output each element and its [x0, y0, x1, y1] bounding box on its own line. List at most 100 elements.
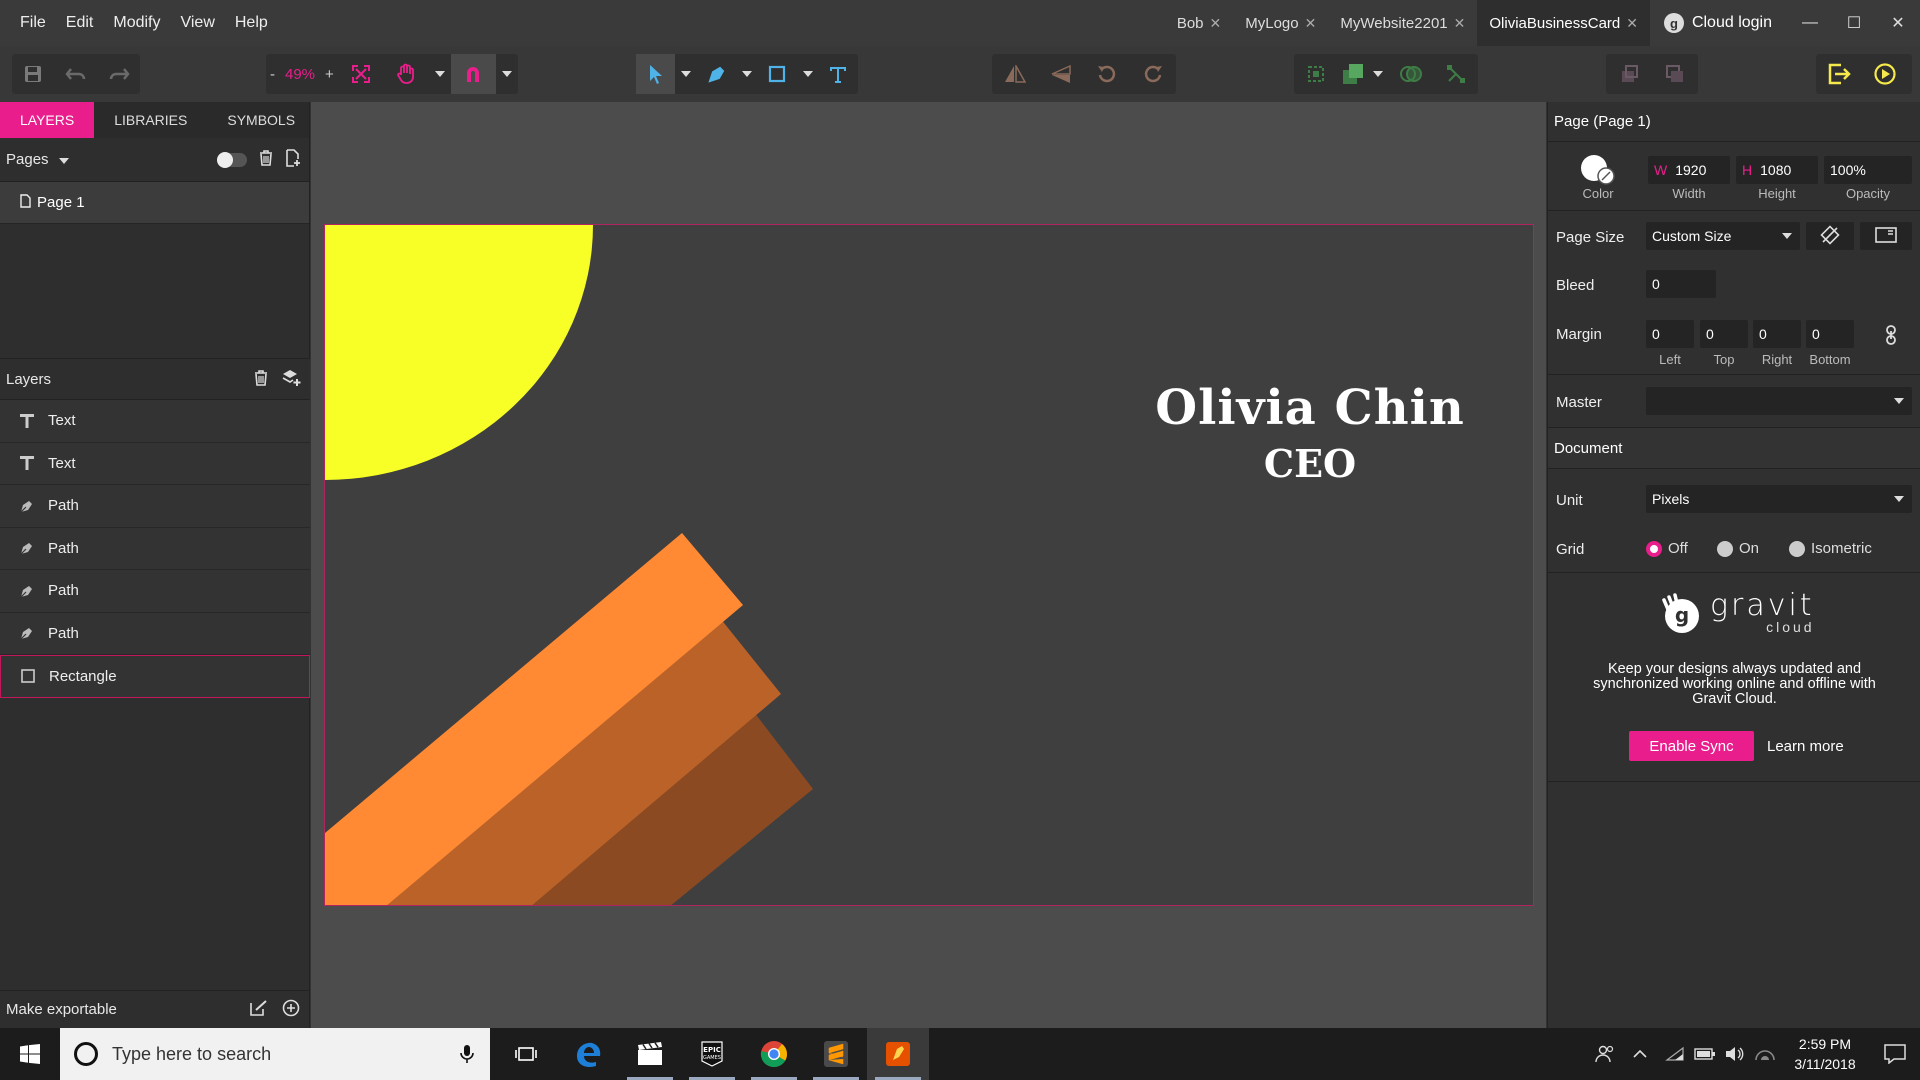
present-play-icon[interactable]: [1862, 54, 1908, 94]
menu-modify[interactable]: Modify: [103, 14, 170, 32]
margin-left-field[interactable]: 0: [1646, 320, 1694, 348]
path-ops-icon[interactable]: [1433, 54, 1478, 94]
layer-item[interactable]: Text: [0, 442, 310, 485]
notification-icon[interactable]: [1870, 1044, 1920, 1064]
width-field[interactable]: W 1920: [1648, 156, 1730, 184]
add-layer-icon[interactable]: [282, 369, 302, 391]
group-select-icon[interactable]: [1294, 54, 1339, 94]
opacity-field[interactable]: 100%: [1824, 156, 1912, 184]
intersect-icon[interactable]: [1389, 54, 1434, 94]
edge-browser-icon[interactable]: [557, 1028, 619, 1080]
chrome-icon[interactable]: [743, 1028, 805, 1080]
tab-libraries[interactable]: LIBRARIES: [94, 102, 207, 138]
title-text[interactable]: CEO: [1135, 441, 1485, 486]
save-icon[interactable]: [12, 54, 55, 94]
zoom-out-button[interactable]: -: [266, 66, 279, 83]
chevron-down-icon[interactable]: [1368, 54, 1389, 94]
menu-file[interactable]: File: [10, 14, 56, 32]
page-item[interactable]: Page 1: [0, 182, 309, 224]
close-icon[interactable]: ✕: [1626, 15, 1638, 32]
layer-item[interactable]: Path: [0, 485, 310, 528]
system-clock[interactable]: 2:59 PM 3/11/2018: [1780, 1034, 1870, 1074]
bring-front-icon[interactable]: [1606, 54, 1652, 94]
pointer-icon[interactable]: [636, 54, 676, 94]
tab-oliviabusinesscard[interactable]: OliviaBusinessCard ✕: [1477, 0, 1650, 46]
chevron-down-icon[interactable]: [429, 54, 451, 94]
network-icon[interactable]: [1750, 1047, 1780, 1061]
tab-layers[interactable]: LAYERS: [0, 102, 95, 138]
export-slice-icon[interactable]: [250, 1000, 268, 1020]
close-icon[interactable]: ✕: [1210, 15, 1222, 32]
learn-more-link[interactable]: Learn more: [1767, 731, 1844, 761]
media-player-icon[interactable]: [619, 1028, 681, 1080]
union-icon[interactable]: [1339, 54, 1368, 94]
pages-toggle[interactable]: [217, 152, 247, 168]
bleed-field[interactable]: 0: [1646, 270, 1716, 298]
margin-bottom-field[interactable]: 0: [1806, 320, 1854, 348]
maximize-icon[interactable]: ☐: [1832, 0, 1876, 46]
pages-label[interactable]: Pages: [6, 151, 49, 168]
margin-right-field[interactable]: 0: [1753, 320, 1801, 348]
add-circle-icon[interactable]: [282, 999, 300, 1021]
grid-off-radio[interactable]: Off: [1646, 540, 1688, 557]
task-view-icon[interactable]: [495, 1028, 557, 1080]
rectangle-icon[interactable]: [758, 54, 797, 94]
name-text[interactable]: Olivia Chin: [1135, 380, 1485, 436]
battery-icon[interactable]: [1690, 1047, 1720, 1061]
close-icon[interactable]: ✕: [1305, 15, 1317, 32]
wifi-icon[interactable]: [1660, 1046, 1690, 1062]
color-swatch[interactable]: [1579, 154, 1615, 185]
chevron-down-icon[interactable]: [797, 54, 819, 94]
chevron-down-icon[interactable]: [736, 54, 758, 94]
artboard-page-1[interactable]: Olivia Chin CEO: [324, 224, 1534, 906]
make-exportable-label[interactable]: Make exportable: [6, 1001, 117, 1018]
close-window-icon[interactable]: ✕: [1876, 0, 1920, 46]
menu-edit[interactable]: Edit: [56, 14, 104, 32]
redo-icon[interactable]: [97, 54, 140, 94]
chevron-up-icon[interactable]: [1620, 1050, 1660, 1058]
page-size-select[interactable]: Custom Size: [1646, 222, 1800, 250]
send-back-icon[interactable]: [1652, 54, 1698, 94]
taskbar-search[interactable]: Type here to search: [60, 1028, 490, 1080]
orientation-button[interactable]: [1806, 222, 1854, 250]
margin-top-field[interactable]: 0: [1700, 320, 1748, 348]
gravit-designer-icon[interactable]: [867, 1028, 929, 1080]
export-icon[interactable]: [1816, 54, 1862, 94]
unit-select[interactable]: Pixels: [1646, 485, 1912, 513]
canvas-area[interactable]: Olivia Chin CEO: [311, 102, 1546, 1028]
tab-symbols[interactable]: SYMBOLS: [207, 102, 315, 138]
text-tool-icon[interactable]: [819, 54, 858, 94]
zoom-in-button[interactable]: +: [321, 66, 338, 83]
flip-horizontal-icon[interactable]: [992, 54, 1038, 94]
snap-magnet-icon[interactable]: [450, 54, 497, 94]
layer-item[interactable]: Text: [0, 400, 310, 443]
grid-isometric-radio[interactable]: Isometric: [1789, 540, 1872, 557]
zoom-level[interactable]: 49%: [279, 66, 321, 83]
layer-item[interactable]: Path: [0, 612, 310, 655]
chevron-down-icon[interactable]: [496, 54, 518, 94]
grid-on-radio[interactable]: On: [1717, 540, 1759, 557]
layer-item[interactable]: Path: [0, 570, 310, 613]
layer-item[interactable]: Path: [0, 527, 310, 570]
windows-start-icon[interactable]: [0, 1028, 60, 1080]
minimize-icon[interactable]: —: [1788, 0, 1832, 46]
rotate-right-icon[interactable]: [1130, 54, 1176, 94]
volume-icon[interactable]: [1720, 1046, 1750, 1062]
undo-icon[interactable]: [55, 54, 98, 94]
master-select[interactable]: [1646, 387, 1912, 415]
hand-icon[interactable]: [383, 54, 429, 94]
tab-mywebsite[interactable]: MyWebsite2201 ✕: [1328, 0, 1477, 46]
menu-help[interactable]: Help: [225, 14, 278, 32]
enable-sync-button[interactable]: Enable Sync: [1629, 731, 1754, 761]
cloud-login-button[interactable]: g Cloud login: [1663, 0, 1772, 46]
menu-view[interactable]: View: [170, 14, 224, 32]
height-field[interactable]: H 1080: [1736, 156, 1818, 184]
link-margins-icon[interactable]: [1884, 325, 1898, 349]
microphone-icon[interactable]: [460, 1044, 474, 1069]
pen-icon[interactable]: [697, 54, 736, 94]
chevron-down-icon[interactable]: [675, 54, 697, 94]
layer-item-selected[interactable]: Rectangle: [0, 655, 310, 698]
trash-icon[interactable]: [254, 370, 268, 390]
chevron-down-icon[interactable]: [58, 151, 69, 168]
trash-icon[interactable]: [259, 150, 273, 170]
